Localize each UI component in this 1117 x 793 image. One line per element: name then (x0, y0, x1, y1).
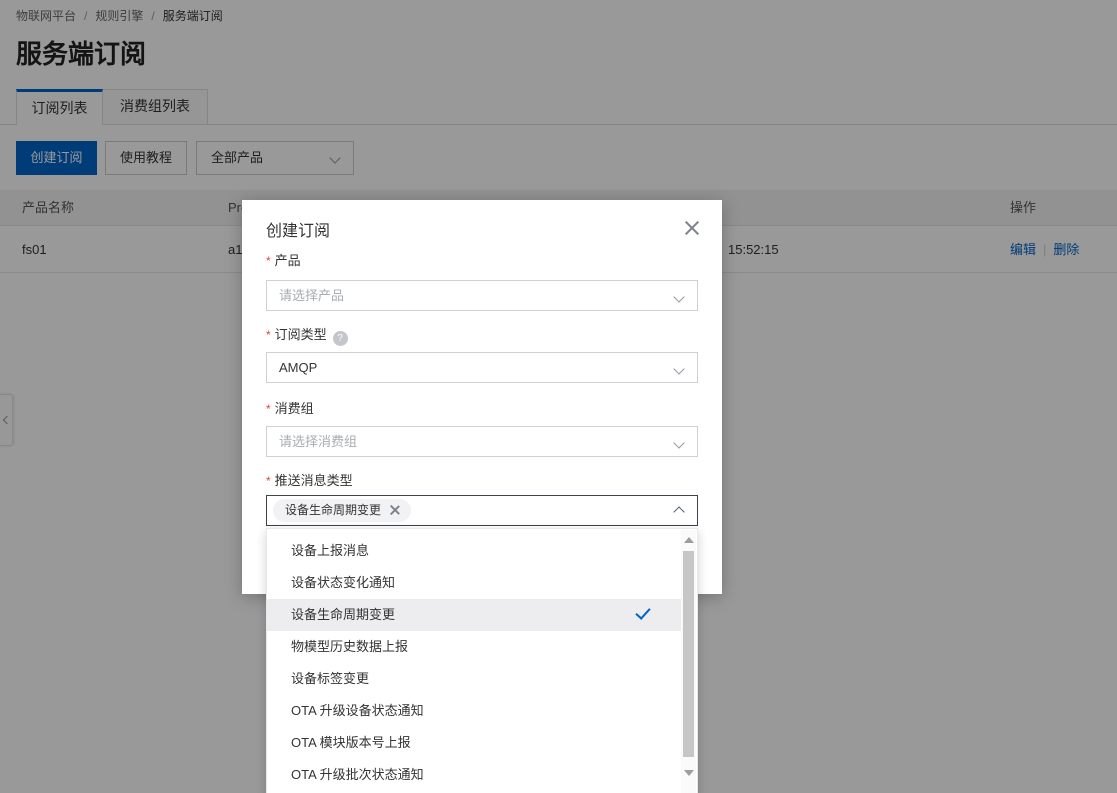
product-field-label: * 产品 (266, 250, 301, 269)
subscription-type-select[interactable]: AMQP (266, 352, 698, 383)
dropdown-option[interactable]: OTA 升级批次状态通知 (267, 759, 682, 791)
product-label-text: 产品 (275, 253, 301, 268)
dropdown-option[interactable]: 设备标签变更 (267, 663, 682, 695)
dropdown-option[interactable]: 物模型历史数据上报 (267, 631, 682, 663)
selected-tag-label: 设备生命周期变更 (285, 503, 381, 517)
consumer-group-select-placeholder: 请选择消费组 (279, 434, 357, 449)
option-label: 设备生命周期变更 (291, 607, 395, 622)
option-label: 设备状态变化通知 (291, 575, 395, 590)
push-message-type-field-label: * 推送消息类型 (266, 470, 353, 489)
option-label: 设备上报消息 (291, 543, 369, 558)
option-label: OTA 升级设备状态通知 (291, 703, 424, 718)
option-label: 物模型历史数据上报 (291, 639, 408, 654)
dropdown-option[interactable]: OTA 升级设备状态通知 (267, 695, 682, 727)
tag-remove-icon[interactable] (389, 504, 401, 516)
iot-console-page: 物联网平台/规则引擎/服务端订阅 服务端订阅 订阅列表 消费组列表 创建订阅 使… (0, 0, 1117, 793)
consumer-group-label-text: 消费组 (275, 401, 314, 416)
dropdown-option[interactable]: OTA 模块版本号上报 (267, 727, 682, 759)
option-label: OTA 升级批次状态通知 (291, 767, 424, 782)
required-mark: * (266, 254, 271, 268)
chevron-down-icon (673, 291, 684, 302)
consumer-group-field-label: * 消费组 (266, 398, 314, 417)
required-mark: * (266, 474, 271, 488)
subscription-type-value: AMQP (279, 360, 317, 375)
help-icon[interactable]: ? (333, 331, 348, 346)
chevron-down-icon (673, 437, 684, 448)
option-label: OTA 模块版本号上报 (291, 735, 411, 750)
consumer-group-select[interactable]: 请选择消费组 (266, 426, 698, 457)
close-icon[interactable] (682, 218, 702, 238)
selected-tag: 设备生命周期变更 (273, 499, 411, 522)
scrollbar-thumb[interactable] (683, 551, 694, 757)
product-select-placeholder: 请选择产品 (279, 288, 344, 303)
push-message-type-label-text: 推送消息类型 (275, 473, 353, 488)
subscription-type-field-label: * 订阅类型? (266, 324, 348, 346)
dropdown-option-selected[interactable]: 设备生命周期变更 (267, 599, 682, 631)
required-mark: * (266, 328, 271, 342)
check-icon (635, 604, 650, 620)
modal-title: 创建订阅 (266, 217, 330, 241)
required-mark: * (266, 402, 271, 416)
subscription-type-label-text: 订阅类型 (275, 327, 327, 342)
product-select[interactable]: 请选择产品 (266, 280, 698, 311)
scroll-up-icon[interactable] (684, 537, 694, 543)
dropdown-option[interactable]: 设备状态变化通知 (267, 567, 682, 599)
option-label: 设备标签变更 (291, 671, 369, 686)
dropdown-option[interactable]: 设备上报消息 (267, 535, 682, 567)
dropdown-scrollbar[interactable] (681, 530, 696, 793)
dropdown-option-list: 设备上报消息 设备状态变化通知 设备生命周期变更 物模型历史数据上报 设备标签变… (267, 535, 699, 791)
message-type-dropdown: 设备上报消息 设备状态变化通知 设备生命周期变更 物模型历史数据上报 设备标签变… (266, 528, 698, 793)
push-message-type-multiselect[interactable]: 设备生命周期变更 (266, 495, 698, 526)
chevron-up-icon (673, 506, 684, 517)
chevron-down-icon (673, 363, 684, 374)
scroll-down-icon[interactable] (684, 770, 694, 776)
